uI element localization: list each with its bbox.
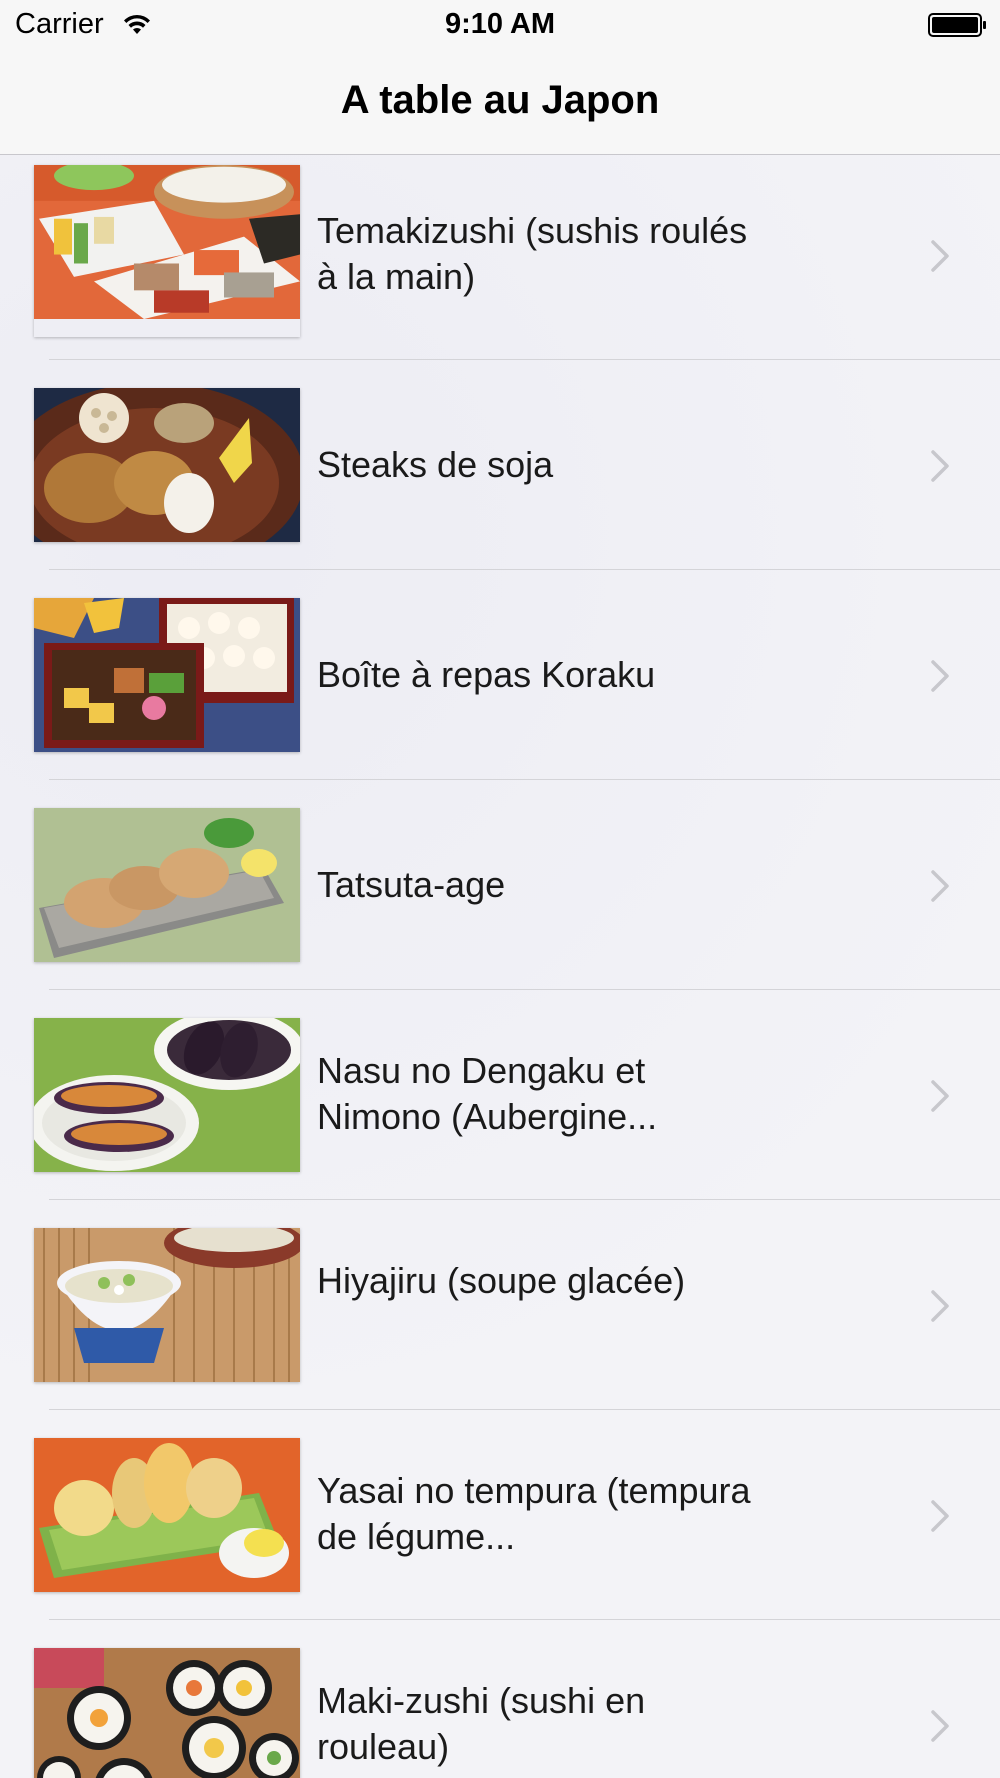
recipe-title: Maki-zushi (sushi en rouleau): [317, 1680, 646, 1767]
status-bar: Carrier 9:10 AM: [0, 0, 1000, 50]
list-item[interactable]: Yasai no tempura (tempura de légume...: [0, 1410, 1000, 1620]
chevron-right-icon: [931, 870, 949, 902]
recipe-title: Nasu no Dengaku et Nimono (Aubergine...: [317, 1050, 658, 1137]
recipe-thumbnail: [34, 1438, 300, 1592]
chevron-right-icon: [931, 1710, 949, 1742]
recipe-title: Boîte à repas Koraku: [317, 654, 656, 695]
chevron-right-icon: [931, 1290, 949, 1322]
list-item[interactable]: Steaks de soja: [0, 360, 1000, 570]
app-screen: Carrier 9:10 AM A table au Japon Temakiz…: [0, 0, 1000, 1778]
list-item[interactable]: Boîte à repas Koraku: [0, 570, 1000, 780]
recipe-thumbnail: [34, 1648, 300, 1778]
chevron-right-icon: [931, 1080, 949, 1112]
list-item[interactable]: Nasu no Dengaku et Nimono (Aubergine...: [0, 990, 1000, 1200]
page-title: A table au Japon: [340, 78, 660, 122]
chevron-right-icon: [931, 450, 949, 482]
list-item[interactable]: Hiyajiru (soupe glacée): [0, 1200, 1000, 1410]
recipe-thumbnail: [34, 388, 300, 542]
list-item[interactable]: Temakizushi (sushis roulés à la main): [0, 155, 1000, 360]
recipe-title: Yasai no tempura (tempura de légume...: [317, 1470, 751, 1557]
chevron-right-icon: [931, 240, 949, 272]
recipe-list[interactable]: Temakizushi (sushis roulés à la main) St…: [0, 155, 1000, 1778]
status-time: 9:10 AM: [444, 8, 556, 40]
chevron-right-icon: [931, 660, 949, 692]
recipe-thumbnail: [34, 165, 300, 337]
list-item[interactable]: Tatsuta-age: [0, 780, 1000, 990]
recipe-thumbnail: [34, 808, 300, 962]
recipe-title: Tatsuta-age: [317, 864, 506, 905]
chevron-right-icon: [931, 1500, 949, 1532]
battery-icon: [928, 13, 986, 37]
list-item[interactable]: Maki-zushi (sushi en rouleau): [0, 1620, 1000, 1778]
recipe-title: Temakizushi (sushis roulés à la main): [317, 210, 748, 297]
navigation-bar: A table au Japon: [0, 50, 1000, 155]
recipe-title: Steaks de soja: [317, 444, 554, 485]
recipe-thumbnail: [34, 1018, 300, 1172]
recipe-thumbnail: [34, 1228, 300, 1382]
recipe-thumbnail: [34, 598, 300, 752]
recipe-title: Hiyajiru (soupe glacée): [317, 1260, 686, 1301]
